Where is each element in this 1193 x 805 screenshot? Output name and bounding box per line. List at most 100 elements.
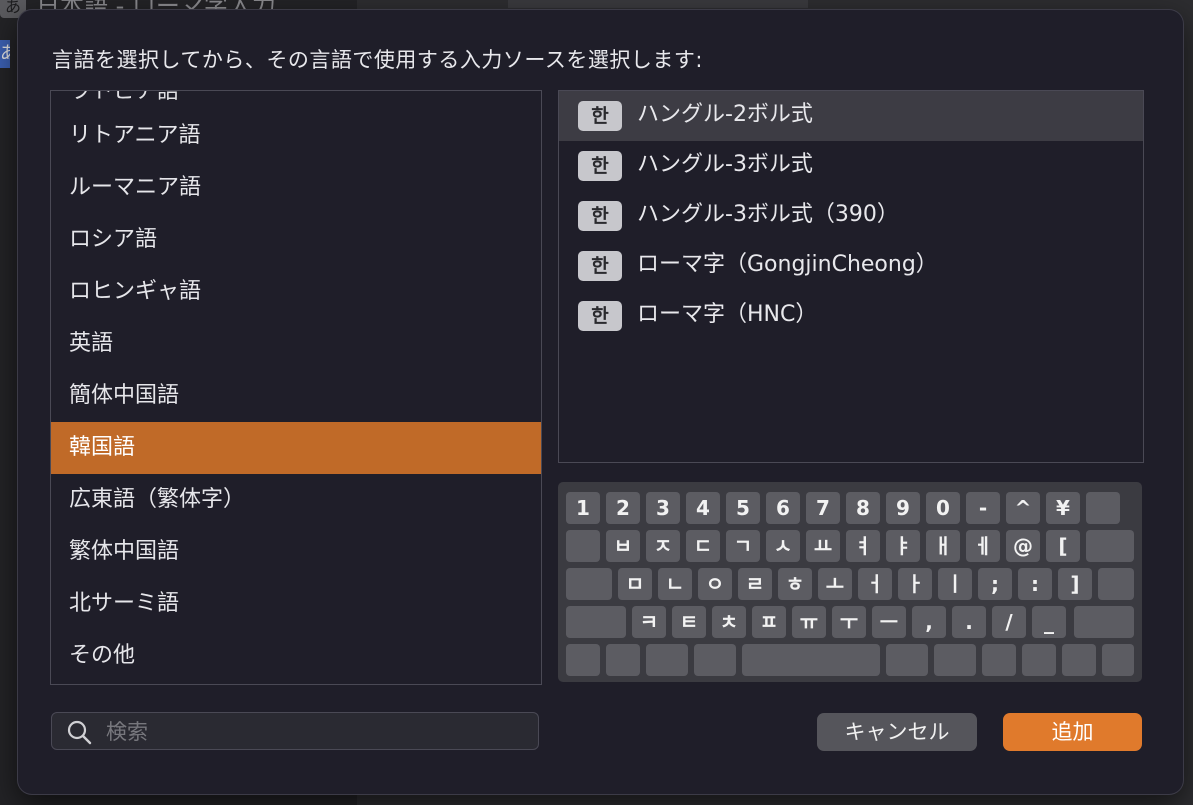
keyboard-key: ㅅ — [766, 530, 800, 562]
language-item[interactable]: 英語 — [51, 318, 541, 370]
search-field[interactable] — [51, 712, 539, 750]
language-item[interactable]: 繁体中国語 — [51, 526, 541, 578]
keyboard-key-modifier — [1022, 644, 1056, 676]
language-item-selected[interactable]: 韓国語 — [51, 422, 541, 474]
input-source-list[interactable]: 한 ハングル-2ボル式 한 ハングル-3ボル式 한 ハングル-3ボル式（390）… — [558, 90, 1144, 463]
sidebar-input-icon: あ — [0, 40, 10, 68]
language-item[interactable]: リトアニア語 — [51, 110, 541, 162]
keyboard-key-modifier — [934, 644, 976, 676]
keyboard-key-modifier — [1102, 644, 1134, 676]
input-source-item[interactable]: 한 ローマ字（HNC） — [559, 291, 1143, 341]
keyboard-key: ㄴ — [658, 568, 692, 600]
keyboard-key: ㅎ — [778, 568, 812, 600]
keyboard-key: [ — [1046, 530, 1080, 562]
language-item-partial[interactable]: ラトビア語 — [69, 91, 179, 105]
keyboard-key: 8 — [846, 492, 880, 524]
keyboard-key: ㅈ — [646, 530, 680, 562]
keyboard-key: 7 — [806, 492, 840, 524]
keyboard-key: 1 — [566, 492, 600, 524]
keyboard-key-shift-left — [566, 606, 626, 638]
keyboard-key: ㅓ — [858, 568, 892, 600]
keyboard-key: ㅗ — [818, 568, 852, 600]
input-source-item[interactable]: 한 ハングル-3ボル式 — [559, 141, 1143, 191]
hangul-badge-icon: 한 — [578, 101, 622, 131]
keyboard-key: ㅔ — [966, 530, 1000, 562]
keyboard-key: ㅛ — [806, 530, 840, 562]
input-source-item[interactable]: 한 ハングル-3ボル式（390） — [559, 191, 1143, 241]
keyboard-layout-preview: 1 2 3 4 5 6 7 8 9 0- ^ ¥ ㅂㅈㄷㄱㅅㅛㅕㅑㅐㅔ @[ ㅁㄴㅇㄹㅎㅗㅓㅏㅣ;:] ㅋㅌㅊ… — [558, 482, 1142, 682]
input-source-label: ローマ字（GongjinCheong） — [637, 252, 938, 277]
keyboard-key: ㅣ — [938, 568, 972, 600]
keyboard-key: ㅐ — [926, 530, 960, 562]
hangul-badge-icon: 한 — [578, 251, 622, 281]
keyboard-key-return-lower — [1098, 568, 1134, 600]
keyboard-key-blank — [1086, 492, 1120, 524]
search-input[interactable] — [104, 717, 528, 747]
keyboard-key: ] — [1058, 568, 1092, 600]
keyboard-key: ㅊ — [712, 606, 746, 638]
keyboard-key-shift-right — [1074, 606, 1134, 638]
keyboard-key: ㅇ — [698, 568, 732, 600]
keyboard-key: ¥ — [1046, 492, 1080, 524]
keyboard-key: ㅍ — [752, 606, 786, 638]
language-item[interactable]: 簡体中国語 — [51, 370, 541, 422]
hangul-badge-icon: 한 — [578, 201, 622, 231]
input-source-label: ローマ字（HNC） — [637, 302, 818, 327]
keyboard-key-modifier — [982, 644, 1016, 676]
keyboard-key: 9 — [886, 492, 920, 524]
keyboard-key: 3 — [646, 492, 680, 524]
language-item[interactable]: ルーマニア語 — [51, 162, 541, 214]
keyboard-key-modifier — [742, 644, 880, 676]
keyboard-key: 4 — [686, 492, 720, 524]
add-input-source-sheet: 言語を選択してから、その言語で使用する入力ソースを選択します: ラトビア語 リト… — [18, 10, 1183, 794]
background-toolbar-strip — [508, 0, 808, 8]
keyboard-key: @ — [1006, 530, 1040, 562]
keyboard-key: _ — [1032, 606, 1066, 638]
input-source-label: ハングル-2ボル式 — [637, 102, 813, 127]
keyboard-key-modifier — [646, 644, 688, 676]
keyboard-key: : — [1018, 568, 1052, 600]
keyboard-key-modifier — [566, 644, 600, 676]
keyboard-key-modifier — [694, 644, 736, 676]
language-item[interactable]: 北サーミ語 — [51, 578, 541, 630]
hangul-badge-icon: 한 — [578, 301, 622, 331]
keyboard-key-modifier — [606, 644, 640, 676]
keyboard-key: ㅜ — [832, 606, 866, 638]
input-source-label: ハングル-3ボル式（390） — [637, 202, 899, 227]
keyboard-key: 2 — [606, 492, 640, 524]
keyboard-key: ㅑ — [886, 530, 920, 562]
language-list[interactable]: ラトビア語 リトアニア語 ルーマニア語 ロシア語 ロヒンギャ語 英語 簡体中国語… — [50, 90, 542, 685]
language-item[interactable]: 広東語（繁体字） — [51, 474, 541, 526]
keyboard-key: . — [952, 606, 986, 638]
language-item[interactable]: ロシア語 — [51, 214, 541, 266]
keyboard-key: ㅡ — [872, 606, 906, 638]
input-source-label: ハングル-3ボル式 — [637, 152, 813, 177]
keyboard-key: ㅁ — [618, 568, 652, 600]
keyboard-key-control — [566, 568, 612, 600]
hangul-badge-icon: 한 — [578, 151, 622, 181]
search-icon — [67, 720, 92, 745]
keyboard-key: 6 — [766, 492, 800, 524]
keyboard-key: ^ — [1006, 492, 1040, 524]
keyboard-key: 0 — [926, 492, 960, 524]
keyboard-key: ㅌ — [672, 606, 706, 638]
keyboard-key: ㅂ — [606, 530, 640, 562]
keyboard-key: - — [966, 492, 1000, 524]
keyboard-key: 5 — [726, 492, 760, 524]
keyboard-key: ㅋ — [632, 606, 666, 638]
keyboard-key: ㄷ — [686, 530, 720, 562]
keyboard-key: ㅕ — [846, 530, 880, 562]
keyboard-key-modifier — [886, 644, 928, 676]
dialog-prompt: 言語を選択してから、その言語で使用する入力ソースを選択します: — [52, 48, 703, 72]
keyboard-key: ; — [978, 568, 1012, 600]
keyboard-key: ㄹ — [738, 568, 772, 600]
keyboard-key: ㅏ — [898, 568, 932, 600]
input-source-item[interactable]: 한 ローマ字（GongjinCheong） — [559, 241, 1143, 291]
keyboard-key: ㄱ — [726, 530, 760, 562]
language-item[interactable]: その他 — [51, 630, 541, 682]
input-source-item-selected[interactable]: 한 ハングル-2ボル式 — [559, 91, 1143, 141]
add-button[interactable]: 追加 — [1003, 713, 1142, 751]
keyboard-key: / — [992, 606, 1026, 638]
language-item[interactable]: ロヒンギャ語 — [51, 266, 541, 318]
cancel-button[interactable]: キャンセル — [817, 713, 977, 751]
